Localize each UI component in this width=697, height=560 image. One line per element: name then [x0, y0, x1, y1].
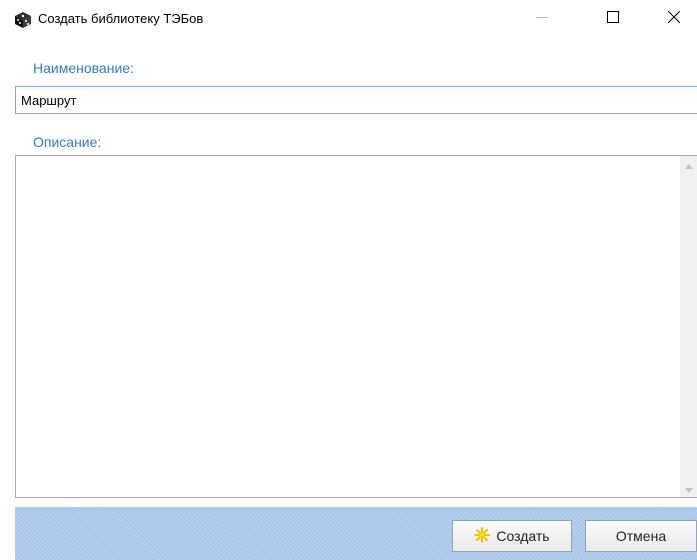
button-bar: Создать Отмена [15, 507, 697, 560]
description-textarea[interactable] [16, 156, 680, 497]
arrow-down-icon [684, 481, 693, 496]
vertical-scrollbar[interactable] [680, 156, 697, 497]
cancel-button-label: Отмена [615, 528, 667, 544]
scroll-up-button[interactable] [680, 156, 697, 173]
maximize-icon [607, 10, 619, 26]
sparkle-icon [474, 526, 491, 546]
title-bar: Создать библиотеку ТЭБов [0, 0, 697, 40]
close-icon [667, 10, 681, 26]
close-button[interactable] [651, 0, 697, 36]
maximize-button[interactable] [590, 0, 636, 36]
window-title: Создать библиотеку ТЭБов [38, 11, 204, 26]
cancel-button[interactable]: Отмена [585, 520, 697, 552]
description-field[interactable] [15, 155, 697, 498]
description-label: Описание: [33, 134, 102, 150]
scroll-down-button[interactable] [680, 480, 697, 497]
name-input[interactable] [15, 86, 697, 114]
minimize-button[interactable] [519, 0, 565, 36]
create-button-label: Создать [496, 528, 550, 544]
name-label: Наименование: [33, 60, 134, 76]
minimize-icon [536, 11, 548, 26]
dice-cube-icon [14, 11, 32, 29]
create-button[interactable]: Создать [452, 520, 572, 552]
arrow-up-icon [684, 157, 693, 172]
